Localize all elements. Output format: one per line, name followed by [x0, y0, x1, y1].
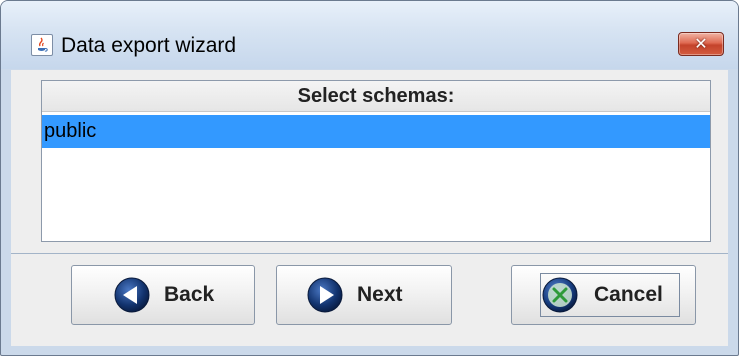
schema-list-item-public[interactable]: public [42, 115, 710, 148]
schema-list[interactable]: Select schemas: public [41, 80, 711, 242]
close-icon[interactable]: ✕ [679, 33, 723, 55]
title-bar[interactable]: Data export wizard ✕ [1, 1, 738, 69]
window-title: Data export wizard [61, 34, 237, 57]
java-coffee-icon [31, 34, 53, 56]
schema-list-header: Select schemas: [42, 81, 710, 112]
button-separator [11, 253, 728, 254]
close-button[interactable]: ✕ [678, 32, 724, 56]
arrow-left-icon [114, 277, 150, 313]
cancel-button-label: Cancel [594, 283, 663, 306]
arrow-right-icon [307, 277, 343, 313]
next-button[interactable]: Next [276, 265, 452, 325]
dialog-content: Select schemas: public Back Next Cancel [11, 70, 728, 346]
cancel-button[interactable]: Cancel [511, 265, 696, 325]
back-button-label: Back [164, 283, 215, 306]
back-button[interactable]: Back [71, 265, 255, 325]
next-button-label: Next [357, 283, 403, 306]
cancel-x-icon [542, 277, 578, 313]
wizard-window: Data export wizard ✕ Select schemas: pub… [0, 0, 739, 356]
